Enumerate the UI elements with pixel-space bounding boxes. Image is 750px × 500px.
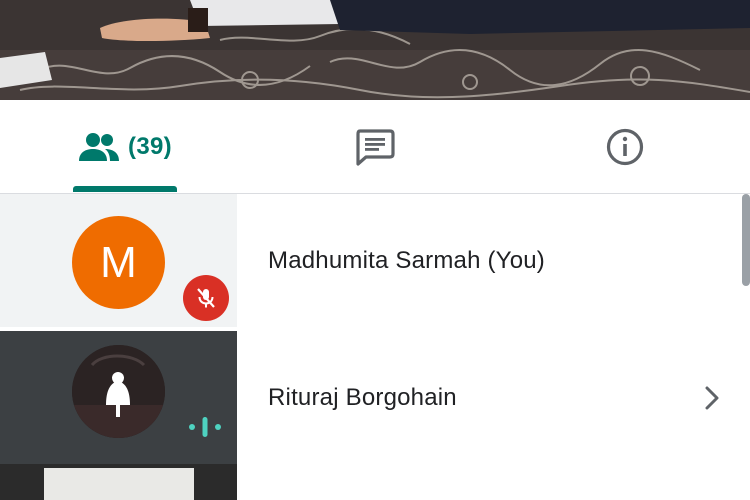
info-icon: [605, 127, 645, 167]
people-icon: [78, 132, 120, 162]
participant-row[interactable]: Rituraj Borgohain: [0, 331, 740, 464]
participant-tile: M: [0, 194, 237, 327]
tab-people[interactable]: (39): [0, 100, 250, 193]
participant-tile: [0, 331, 237, 464]
participant-name: Madhumita Sarmah (You): [268, 246, 545, 274]
avatar-initial: M: [100, 237, 137, 287]
participant-name: Rituraj Borgohain: [268, 383, 457, 411]
scrollbar[interactable]: [742, 194, 750, 286]
tab-chat[interactable]: [250, 100, 500, 193]
participant-row[interactable]: [0, 464, 740, 500]
participant-tile: [0, 464, 237, 500]
participant-list: M Madhumita Sarmah (You) Rituraj Borgoha…: [0, 194, 750, 500]
panel-tab-bar: (39): [0, 100, 750, 194]
chat-icon: [355, 128, 395, 166]
muted-mic-icon: [183, 275, 229, 321]
participant-row[interactable]: M Madhumita Sarmah (You): [0, 194, 740, 327]
participant-video-feed: [0, 0, 750, 100]
tab-info[interactable]: [500, 100, 750, 193]
participant-count: (39): [128, 132, 172, 160]
video-preview: [44, 468, 194, 500]
avatar: [72, 345, 165, 438]
avatar: M: [72, 216, 165, 309]
chevron-right-icon[interactable]: [700, 383, 724, 413]
speaking-indicator-icon: [189, 417, 221, 437]
active-tab-indicator: [73, 186, 177, 192]
